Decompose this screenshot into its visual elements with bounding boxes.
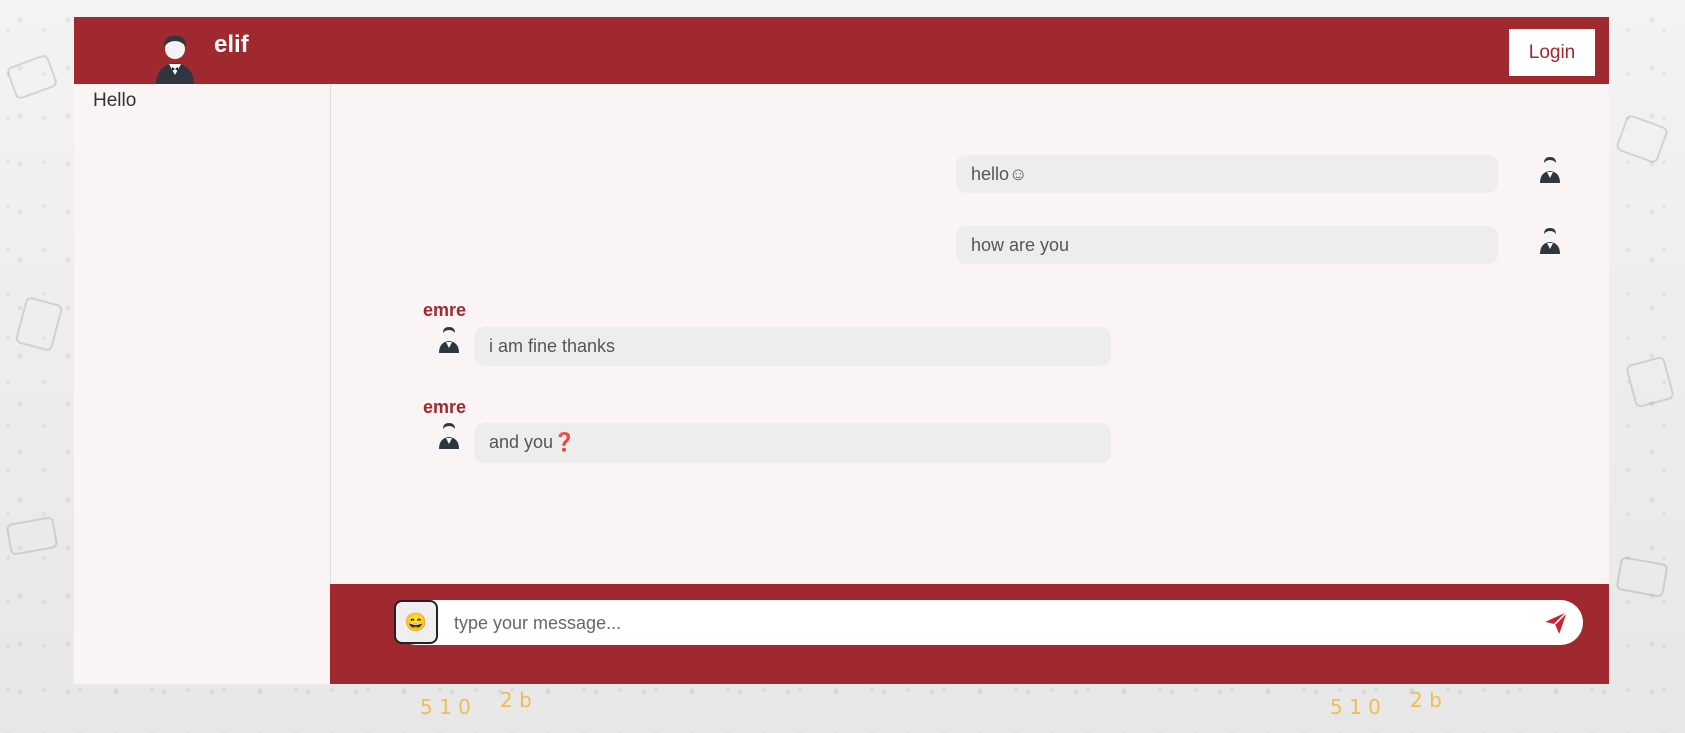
sidebar-item-hello[interactable]: Hello xyxy=(93,90,136,112)
send-icon[interactable] xyxy=(1543,610,1569,636)
message-text: how are you xyxy=(971,235,1070,255)
message-sender: emre xyxy=(423,397,467,417)
message-text: hello☺ xyxy=(971,164,1028,184)
user-avatar-icon xyxy=(1540,157,1560,183)
composer-input-wrapper: 😄 xyxy=(394,600,1583,645)
message-text: and you❓ xyxy=(489,432,576,452)
header-username: elif xyxy=(214,31,249,58)
login-button[interactable]: Login xyxy=(1509,29,1595,76)
message-text: i am fine thanks xyxy=(489,336,616,356)
user-avatar-icon xyxy=(156,35,194,85)
emoji-icon: 😄 xyxy=(404,611,428,632)
header: elif Login xyxy=(74,17,1609,85)
message-bubble-incoming: i am fine thanks xyxy=(474,327,1111,366)
message-input[interactable] xyxy=(452,606,1536,640)
contact-avatar-icon xyxy=(439,327,459,353)
message-list: hello☺ how are you emre i am fine thanks… xyxy=(330,84,1609,584)
message-bubble-outgoing: how are you xyxy=(956,226,1498,264)
composer-bar: 😄 xyxy=(330,584,1609,684)
message-sender: emre xyxy=(423,300,467,320)
chat-app: elif Login Hello hello☺ how are you emre xyxy=(74,17,1609,684)
contact-avatar-icon xyxy=(439,423,459,449)
user-avatar-icon xyxy=(1540,228,1560,254)
emoji-button[interactable]: 😄 xyxy=(394,600,438,644)
sidebar: Hello xyxy=(74,84,331,684)
message-bubble-incoming: and you❓ xyxy=(474,423,1111,463)
message-bubble-outgoing: hello☺ xyxy=(956,155,1498,193)
